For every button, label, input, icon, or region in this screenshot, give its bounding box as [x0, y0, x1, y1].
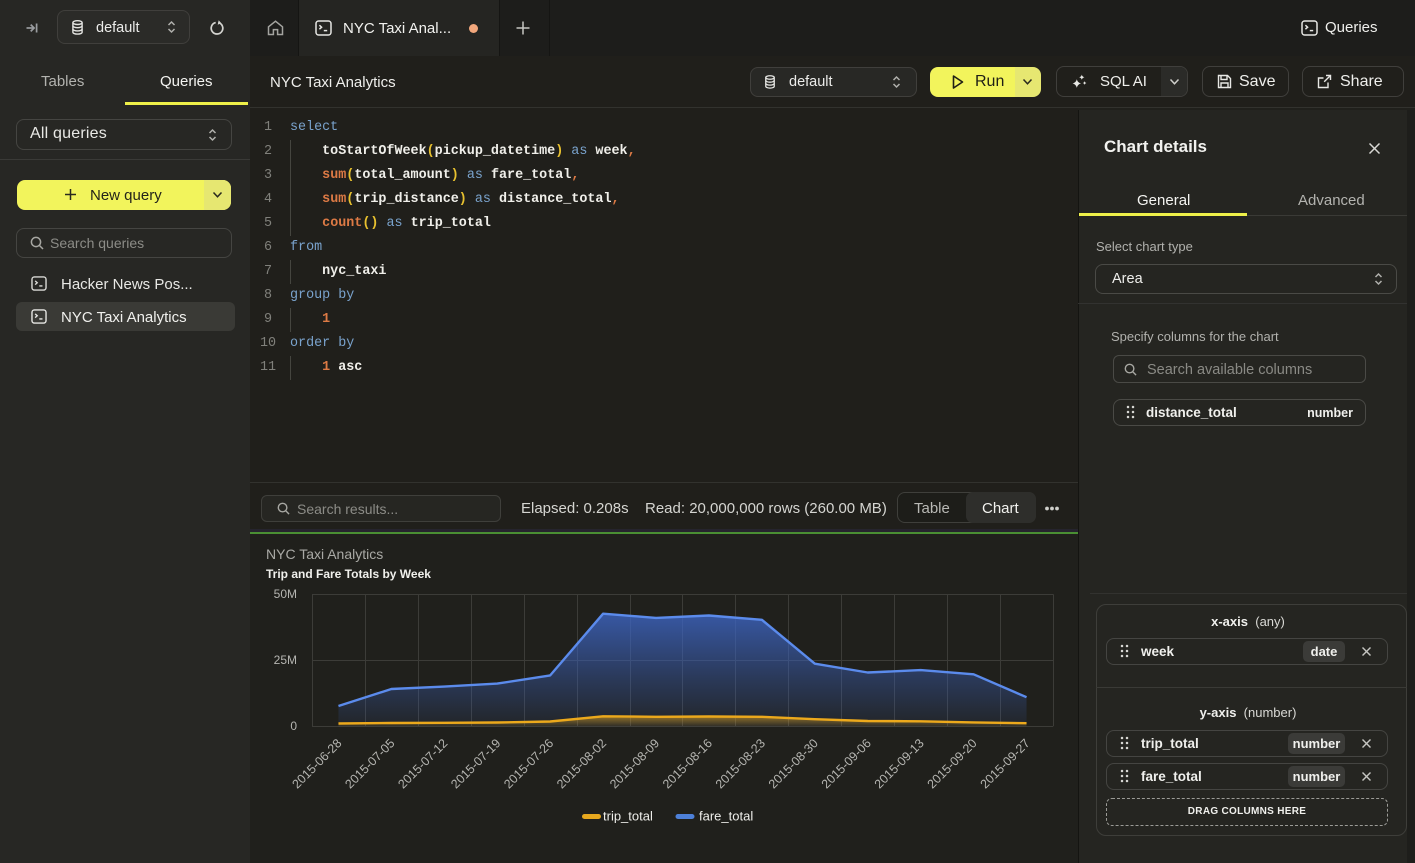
svg-text:2015-07-12: 2015-07-12	[395, 736, 450, 791]
svg-text:2015-07-19: 2015-07-19	[448, 736, 503, 791]
svg-text:2015-08-23: 2015-08-23	[713, 736, 768, 791]
svg-text:2015-08-09: 2015-08-09	[607, 736, 662, 791]
svg-text:2015-08-30: 2015-08-30	[766, 736, 821, 791]
svg-text:fare_total: fare_total	[699, 809, 753, 824]
svg-text:2015-07-05: 2015-07-05	[342, 736, 397, 791]
svg-text:2015-07-26: 2015-07-26	[501, 736, 556, 791]
svg-text:2015-09-06: 2015-09-06	[819, 736, 874, 791]
svg-text:0: 0	[290, 719, 297, 733]
svg-text:2015-09-13: 2015-09-13	[872, 736, 927, 791]
svg-text:50M: 50M	[274, 587, 297, 601]
svg-text:trip_total: trip_total	[603, 809, 653, 824]
svg-text:2015-08-16: 2015-08-16	[660, 736, 715, 791]
svg-text:2015-08-02: 2015-08-02	[554, 736, 609, 791]
svg-text:2015-06-28: 2015-06-28	[289, 736, 344, 791]
svg-text:2015-09-20: 2015-09-20	[925, 736, 980, 791]
svg-text:25M: 25M	[274, 653, 297, 667]
svg-text:2015-09-27: 2015-09-27	[978, 736, 1033, 791]
